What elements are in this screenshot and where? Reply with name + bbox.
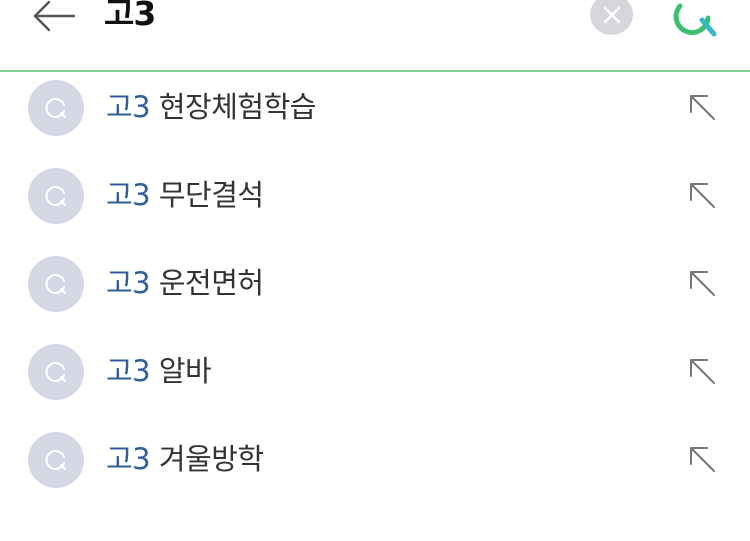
suggestion-rest: 무단결석 bbox=[158, 178, 264, 212]
suggestion-text: 고3 무단결석 bbox=[106, 169, 264, 221]
back-button[interactable] bbox=[28, 0, 80, 42]
suggestion-rest: 겨울방학 bbox=[158, 442, 264, 476]
suggestion-rest: 운전면허 bbox=[158, 266, 264, 300]
search-screen: 고3 고3 현장체험학습 고3 무단결석 고3 운전면허 고3 알바 고3 겨울… bbox=[0, 0, 750, 541]
suggestion-item[interactable]: 고3 무단결석 bbox=[0, 162, 750, 250]
suggestion-search-icon bbox=[28, 168, 84, 224]
suggestion-query: 고3 bbox=[106, 354, 151, 388]
suggestion-text: 고3 운전면허 bbox=[106, 257, 264, 309]
suggestion-query: 고3 bbox=[106, 90, 151, 124]
suggestion-search-icon bbox=[28, 344, 84, 400]
close-icon bbox=[603, 6, 620, 23]
fill-query-button[interactable] bbox=[680, 261, 724, 305]
fill-query-button[interactable] bbox=[680, 349, 724, 393]
fill-query-button[interactable] bbox=[680, 437, 724, 481]
suggestion-rest: 알바 bbox=[158, 354, 212, 388]
search-icon bbox=[673, 3, 717, 37]
suggestion-item[interactable]: 고3 현장체험학습 bbox=[0, 74, 750, 162]
suggestion-item[interactable]: 고3 겨울방학 bbox=[0, 426, 750, 514]
search-button[interactable] bbox=[662, 0, 720, 40]
suggestion-text: 고3 현장체험학습 bbox=[106, 81, 316, 133]
suggestion-list: 고3 현장체험학습 고3 무단결석 고3 운전면허 고3 알바 고3 겨울방학 bbox=[0, 74, 750, 514]
arrow-up-left-icon bbox=[690, 271, 715, 296]
arrow-up-left-icon bbox=[690, 359, 715, 384]
arrow-up-left-icon bbox=[690, 447, 715, 472]
search-input[interactable]: 고3 bbox=[104, 0, 156, 40]
suggestion-text: 고3 알바 bbox=[106, 345, 212, 397]
suggestion-search-icon bbox=[28, 256, 84, 312]
suggestion-text: 고3 겨울방학 bbox=[106, 433, 264, 485]
fill-query-button[interactable] bbox=[680, 85, 724, 129]
suggestion-search-icon bbox=[28, 432, 84, 488]
suggestion-query: 고3 bbox=[106, 178, 151, 212]
suggestion-query: 고3 bbox=[106, 442, 151, 476]
suggestion-query: 고3 bbox=[106, 266, 151, 300]
fill-query-button[interactable] bbox=[680, 173, 724, 217]
suggestion-item[interactable]: 고3 알바 bbox=[0, 338, 750, 426]
arrow-up-left-icon bbox=[690, 183, 715, 208]
suggestion-rest: 현장체험학습 bbox=[158, 90, 317, 124]
suggestion-item[interactable]: 고3 운전면허 bbox=[0, 250, 750, 338]
search-bar: 고3 bbox=[0, 0, 750, 72]
clear-button[interactable] bbox=[590, 0, 633, 35]
arrow-up-left-icon bbox=[690, 95, 715, 120]
arrow-left-icon bbox=[33, 0, 76, 32]
suggestion-search-icon bbox=[28, 80, 84, 136]
